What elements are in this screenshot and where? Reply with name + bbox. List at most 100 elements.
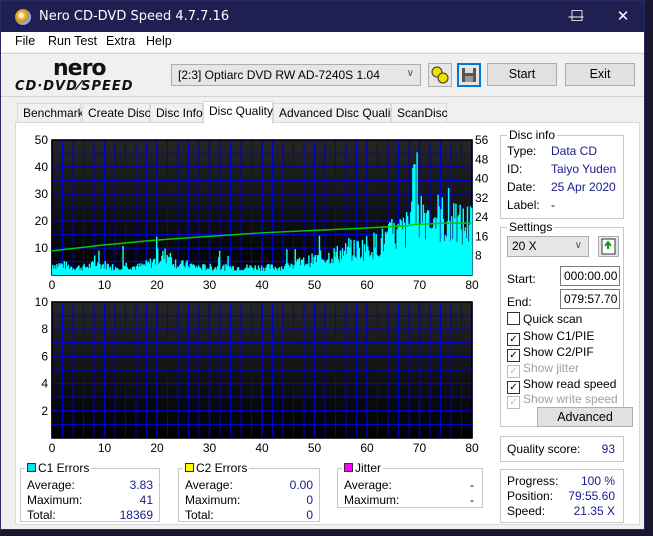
- jitter-group: Jitter Average: - Maximum: -: [337, 461, 483, 508]
- speed-select[interactable]: 20 X ∨: [507, 236, 589, 257]
- tab-disc-info[interactable]: Disc Info: [150, 103, 203, 123]
- nero-logo: nero: [53, 56, 107, 81]
- y-tick-label: 10: [35, 241, 49, 255]
- tab-scandisc[interactable]: ScanDisc: [391, 103, 448, 123]
- show-jitter-label: Show jitter: [523, 361, 580, 375]
- disc-id-value: Taiyo Yuden: [551, 162, 617, 176]
- settings-group: Settings 20 X ∨ Start: 000:00.00 End: 07…: [500, 220, 633, 427]
- tab-disc-quality[interactable]: Disc Quality: [203, 101, 273, 124]
- c2-maximum-value: 0: [306, 493, 313, 507]
- c1-errors-title-text: C1 Errors: [38, 461, 90, 475]
- app-disc-icon: [15, 9, 31, 25]
- y2-tick-label: 48: [475, 152, 489, 166]
- y-tick-label: 50: [35, 133, 49, 147]
- disc-date-value: 25 Apr 2020: [551, 180, 616, 194]
- x-tick-label: 60: [360, 278, 374, 292]
- y2-tick-label: 56: [475, 133, 489, 147]
- tab-benchmark[interactable]: Benchmark: [17, 103, 84, 123]
- show-c2-label: Show C2/PIF: [523, 345, 594, 359]
- x-tick-label: 20: [150, 278, 164, 292]
- checkbox-box: [507, 312, 520, 325]
- speed-value: 21.35 X: [573, 504, 615, 518]
- menu-bar: File Run Test Extra Help: [1, 32, 644, 52]
- drive-select[interactable]: [2:3] Optiarc DVD RW AD-7240S 1.04 ∨: [171, 64, 421, 86]
- menu-run-test[interactable]: Run Test: [48, 34, 97, 48]
- c2-legend-swatch: [185, 463, 194, 472]
- disc-quality-panel: 0 10 20 30 40 50 60 70 80 10 20 30 40 50 8 16 24 32 40 48 56…: [15, 122, 640, 525]
- title-bar: Nero CD-DVD Speed 4.7.7.16 — ☐ ✕: [1, 1, 644, 32]
- jitter-title-text: Jitter: [355, 461, 382, 475]
- c2-errors-chart: 0 10 20 30 40 50 60 70 80 2 4 6 8 10: [35, 295, 479, 455]
- show-jitter-checkbox: ✓ Show jitter: [507, 361, 579, 378]
- jitter-maximum-value: -: [470, 493, 474, 507]
- end-time-input[interactable]: 079:57.70: [560, 289, 620, 309]
- progress-label: Progress:: [507, 474, 559, 488]
- tab-advanced-disc-quality[interactable]: Advanced Disc Quality: [273, 103, 400, 123]
- c1-errors-chart: 0 10 20 30 40 50 60 70 80 10 20 30 40 50 8 16 24 32 40 48 56: [35, 133, 489, 292]
- y-tick-label: 8: [41, 322, 48, 336]
- c2-total-value: 0: [306, 508, 313, 522]
- x-tick-label: 30: [203, 278, 217, 292]
- chain-link-icon: [431, 66, 449, 84]
- c1-maximum-label: Maximum:: [27, 493, 83, 507]
- close-button[interactable]: ✕: [600, 1, 646, 32]
- status-group: Progress: 100 % Position: 79:55.60 Speed…: [500, 469, 624, 523]
- menu-help[interactable]: Help: [146, 34, 172, 48]
- save-button[interactable]: [457, 63, 481, 87]
- menu-extra[interactable]: Extra: [106, 34, 135, 48]
- jitter-legend-swatch: [344, 463, 353, 472]
- start-time-input[interactable]: 000:00.00: [560, 266, 620, 286]
- floppy-disk-icon: [462, 68, 476, 82]
- disc-label-label: Label:: [507, 198, 540, 212]
- disc-type-value: Data CD: [551, 144, 598, 158]
- show-c1-label: Show C1/PIE: [523, 329, 595, 343]
- show-write-speed-label: Show write speed: [523, 392, 618, 406]
- settings-title: Settings: [507, 220, 555, 234]
- y-tick-label: 40: [35, 160, 49, 174]
- refresh-speed-button[interactable]: [598, 236, 619, 257]
- c2-average-label: Average:: [185, 478, 233, 492]
- maximize-button[interactable]: ☐: [554, 1, 600, 32]
- y2-tick-label: 16: [475, 229, 489, 243]
- show-c2-checkbox[interactable]: ✓ Show C2/PIF: [507, 345, 594, 362]
- x-tick-label: 0: [49, 441, 56, 455]
- quick-scan-checkbox[interactable]: Quick scan: [507, 312, 582, 326]
- x-tick-label: 80: [465, 278, 479, 292]
- exit-button[interactable]: Exit: [565, 63, 635, 86]
- app-window: Nero CD-DVD Speed 4.7.7.16 — ☐ ✕ File Ru…: [0, 0, 645, 530]
- disc-date-label: Date:: [507, 180, 536, 194]
- speed-select-value: 20 X: [512, 239, 537, 253]
- disc-info-title: Disc info: [507, 128, 558, 142]
- c1-maximum-value: 41: [139, 493, 153, 507]
- position-label: Position:: [507, 489, 554, 503]
- x-tick-label: 10: [98, 441, 112, 455]
- x-tick-label: 20: [150, 441, 164, 455]
- start-button[interactable]: Start: [487, 63, 557, 86]
- quick-scan-label: Quick scan: [523, 312, 583, 326]
- x-tick-label: 70: [413, 441, 427, 455]
- drive-select-value: [2:3] Optiarc DVD RW AD-7240S 1.04: [178, 68, 380, 82]
- y2-tick-label: 24: [475, 210, 489, 224]
- x-tick-label: 50: [308, 278, 322, 292]
- c2-average-value: 0.00: [289, 478, 313, 492]
- disc-id-label: ID:: [507, 162, 523, 176]
- y2-tick-label: 32: [475, 191, 489, 205]
- advanced-button[interactable]: Advanced: [537, 407, 633, 427]
- jitter-maximum-label: Maximum:: [344, 493, 400, 507]
- refresh-arrows-icon: [601, 238, 616, 255]
- show-read-speed-label: Show read speed: [523, 377, 617, 391]
- checkmark-icon: ✓: [507, 396, 520, 409]
- c1-errors-title: C1 Errors: [25, 461, 92, 475]
- c2-errors-title-text: C2 Errors: [196, 461, 248, 475]
- start-label: Start:: [507, 272, 536, 286]
- speed-label: Speed:: [507, 504, 546, 518]
- progress-value: 100 %: [580, 474, 615, 488]
- chevron-down-icon: ∨: [406, 68, 414, 79]
- drive-options-button[interactable]: [428, 63, 452, 87]
- show-c1-checkbox[interactable]: ✓ Show C1/PIE: [507, 329, 594, 346]
- tab-create-disc[interactable]: Create Disc: [82, 103, 151, 123]
- end-label: End:: [507, 295, 532, 309]
- c1-error-bar: [470, 208, 473, 275]
- jitter-average-label: Average:: [344, 478, 392, 492]
- menu-file[interactable]: File: [15, 34, 35, 48]
